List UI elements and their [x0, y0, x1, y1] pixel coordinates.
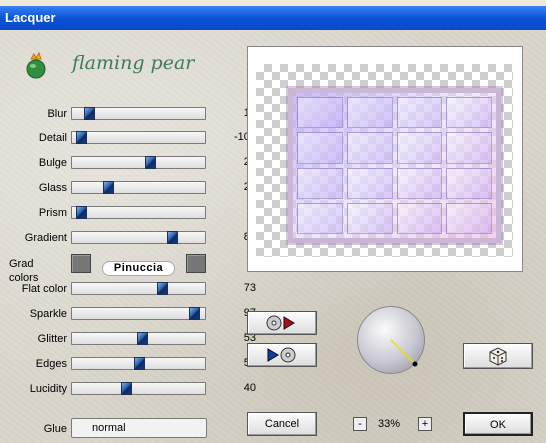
title-bar: Lacquer [0, 6, 546, 30]
grad-colors-label: Grad colors [9, 258, 39, 284]
slider-row-glass: Glass25 [0, 180, 260, 196]
window-title: Lacquer [5, 10, 56, 25]
slider-row-glitter: Glitter 53 [0, 331, 260, 347]
slider-track[interactable] [71, 131, 206, 144]
slider-track[interactable] [71, 181, 206, 194]
slider-label: Gradient [24, 232, 67, 244]
glue-select[interactable]: normal [71, 418, 207, 438]
preview-transparency-grid [256, 64, 513, 257]
slider-thumb[interactable] [76, 206, 87, 219]
load-preset-button[interactable] [247, 311, 317, 335]
slider-row-bulge: Bulge25 [0, 155, 260, 171]
slider-label: Lucidity [29, 383, 67, 395]
slider-track[interactable] [71, 357, 206, 370]
slider-label: Glass [38, 182, 67, 194]
slider-label: Bulge [38, 157, 67, 169]
zoom-out-button[interactable]: - [353, 417, 367, 431]
zoom-in-button[interactable]: + [418, 417, 432, 431]
glue-label: Glue [43, 423, 67, 435]
slider-label: Sparkle [29, 308, 67, 320]
arrow-disk-icon [267, 347, 296, 363]
disk-arrow-right-icon [266, 315, 295, 331]
slider-thumb[interactable] [103, 181, 114, 194]
slider-thumb[interactable] [76, 131, 87, 144]
slider-track[interactable] [71, 156, 206, 169]
slider-track[interactable] [71, 282, 206, 295]
slider-row-blur: Blur16 [0, 106, 260, 122]
slider-track[interactable] [71, 107, 206, 120]
grad-color-1-swatch[interactable] [71, 254, 91, 273]
preview-panel [247, 46, 523, 272]
slider-row-edges: Edges51 [0, 356, 260, 372]
slider-row-sparkle: Sparkle97 [0, 306, 260, 322]
slider-row-flat-color: Flat color 73 [0, 281, 260, 297]
slider-label: Blur [47, 108, 67, 120]
slider-thumb[interactable] [167, 231, 178, 244]
slider-row-gradient: Gradient81 [0, 230, 260, 246]
slider-thumb[interactable] [134, 357, 145, 370]
signature-watermark: Pinuccia [102, 261, 175, 276]
slider-thumb[interactable] [121, 382, 132, 395]
slider-thumb[interactable] [157, 282, 168, 295]
cancel-button[interactable]: Cancel [247, 412, 317, 436]
ok-button[interactable]: OK [463, 412, 533, 436]
slider-thumb[interactable] [84, 107, 95, 120]
slider-value: 40 [243, 382, 256, 394]
save-preset-button[interactable] [247, 343, 317, 367]
randomize-button[interactable] [463, 343, 533, 369]
slider-value: 73 [243, 282, 256, 294]
slider-label: Glitter [37, 333, 67, 345]
slider-row-lucidity: Lucidity 40 [0, 381, 260, 397]
slider-thumb[interactable] [189, 307, 200, 320]
slider-label: Edges [35, 358, 67, 370]
flaming-pear-logo-icon [26, 52, 46, 79]
zoom-level: 33% [378, 418, 401, 430]
light-direction-sphere[interactable] [357, 306, 425, 374]
slider-track[interactable] [71, 332, 206, 345]
slider-track[interactable] [71, 307, 206, 320]
slider-track[interactable] [71, 382, 206, 395]
slider-row-prism: Prism0 [0, 205, 260, 221]
slider-row-detail: Detail -100 [0, 130, 260, 146]
slider-label: Prism [38, 207, 67, 219]
grad-color-2-swatch[interactable] [186, 254, 206, 273]
slider-label: Detail [38, 132, 67, 144]
brand-name: flaming pear [72, 52, 195, 74]
slider-track[interactable] [71, 231, 206, 244]
slider-thumb[interactable] [145, 156, 156, 169]
preview-image[interactable] [288, 88, 501, 243]
slider-thumb[interactable] [137, 332, 148, 345]
light-sphere-icon [390, 339, 418, 367]
slider-track[interactable] [71, 206, 206, 219]
dice-icon [489, 347, 507, 366]
